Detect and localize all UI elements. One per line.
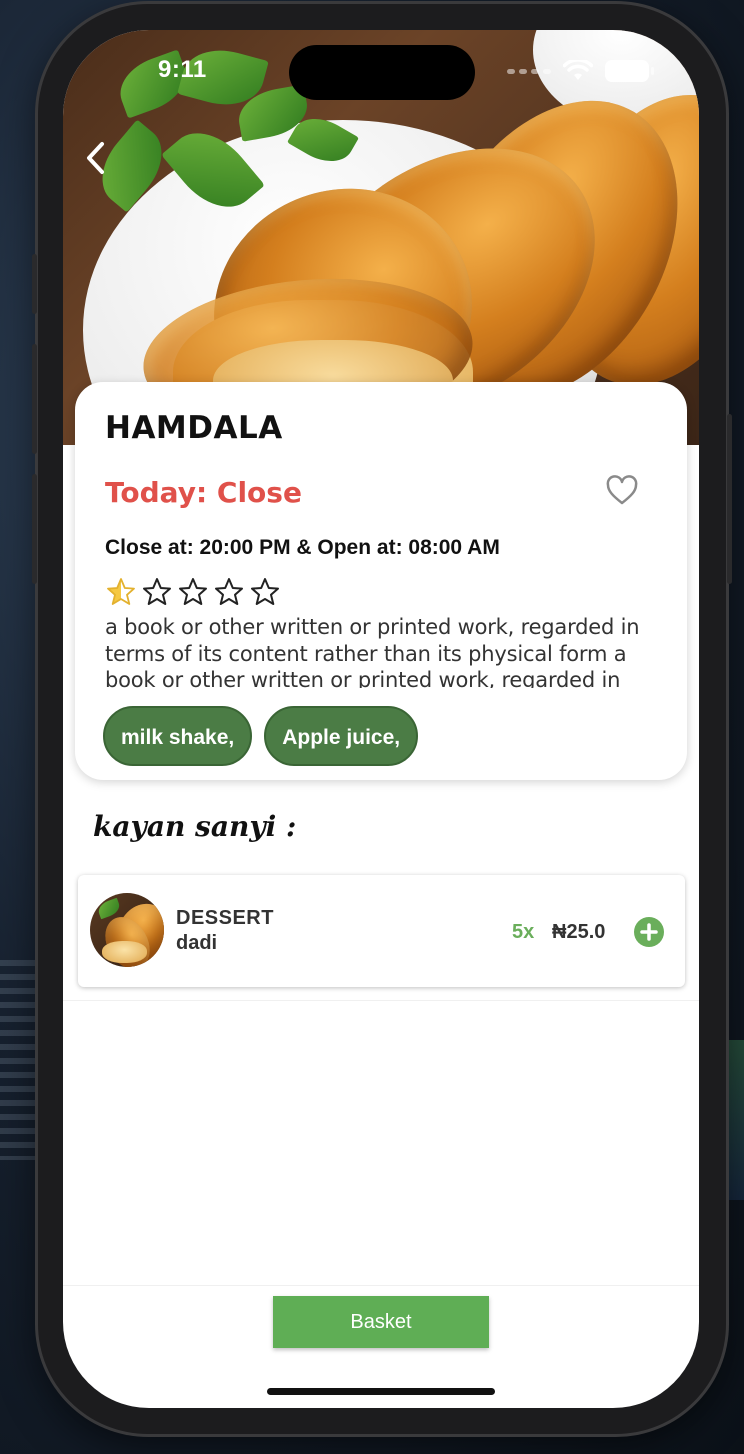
phone-side-button (727, 414, 732, 584)
star-outline-icon[interactable] (141, 576, 173, 608)
shop-name: HAMDALA (105, 410, 283, 446)
opening-hours: Close at: 20:00 PM & Open at: 08:00 AM (105, 536, 500, 559)
phone-side-button (32, 344, 37, 454)
star-outline-icon[interactable] (177, 576, 209, 608)
star-outline-icon[interactable] (213, 576, 245, 608)
add-item-button[interactable] (634, 917, 664, 947)
status-icons (507, 60, 654, 82)
basket-button[interactable]: Basket (273, 1296, 489, 1348)
rating-stars[interactable] (105, 576, 281, 608)
item-name: dadi (176, 932, 218, 954)
item-category: DESSERT (176, 907, 274, 929)
divider (63, 1285, 699, 1286)
star-half-icon[interactable] (105, 576, 137, 608)
star-outline-icon[interactable] (249, 576, 281, 608)
item-price: ₦25.0 (552, 921, 606, 943)
back-button[interactable] (83, 138, 117, 182)
wifi-icon (563, 60, 593, 80)
item-thumbnail (90, 893, 164, 967)
heart-outline-icon[interactable] (605, 474, 639, 508)
section-title: kayan sanyi : (93, 810, 297, 843)
battery-icon (605, 60, 654, 82)
item-quantity: 5x (512, 921, 535, 943)
divider (63, 1000, 699, 1001)
chevron-left-icon (87, 142, 104, 174)
shop-info-card: HAMDALA Today: Close Close at: 20:00 PM … (75, 382, 687, 780)
home-indicator[interactable] (267, 1388, 495, 1395)
shop-description: a book or other written or printed work,… (105, 615, 640, 688)
plus-circle-icon (640, 923, 658, 941)
app-screen: 9:11 HAMDALA Today: Close Close at: 20:0… (63, 30, 699, 1408)
menu-item-card[interactable]: DESSERT dadi 5x ₦25.0 (78, 875, 685, 987)
tag-list: milk shake, Apple juice, (103, 706, 419, 766)
tag-chip[interactable]: milk shake, (103, 706, 253, 766)
phone-side-button (32, 474, 37, 584)
tag-chip[interactable]: Apple juice, (264, 706, 419, 766)
dynamic-island (289, 45, 475, 100)
today-status: Today: Close (105, 476, 302, 509)
signal-icon (507, 68, 551, 74)
phone-side-button (32, 254, 37, 314)
status-time: 9:11 (158, 56, 207, 83)
